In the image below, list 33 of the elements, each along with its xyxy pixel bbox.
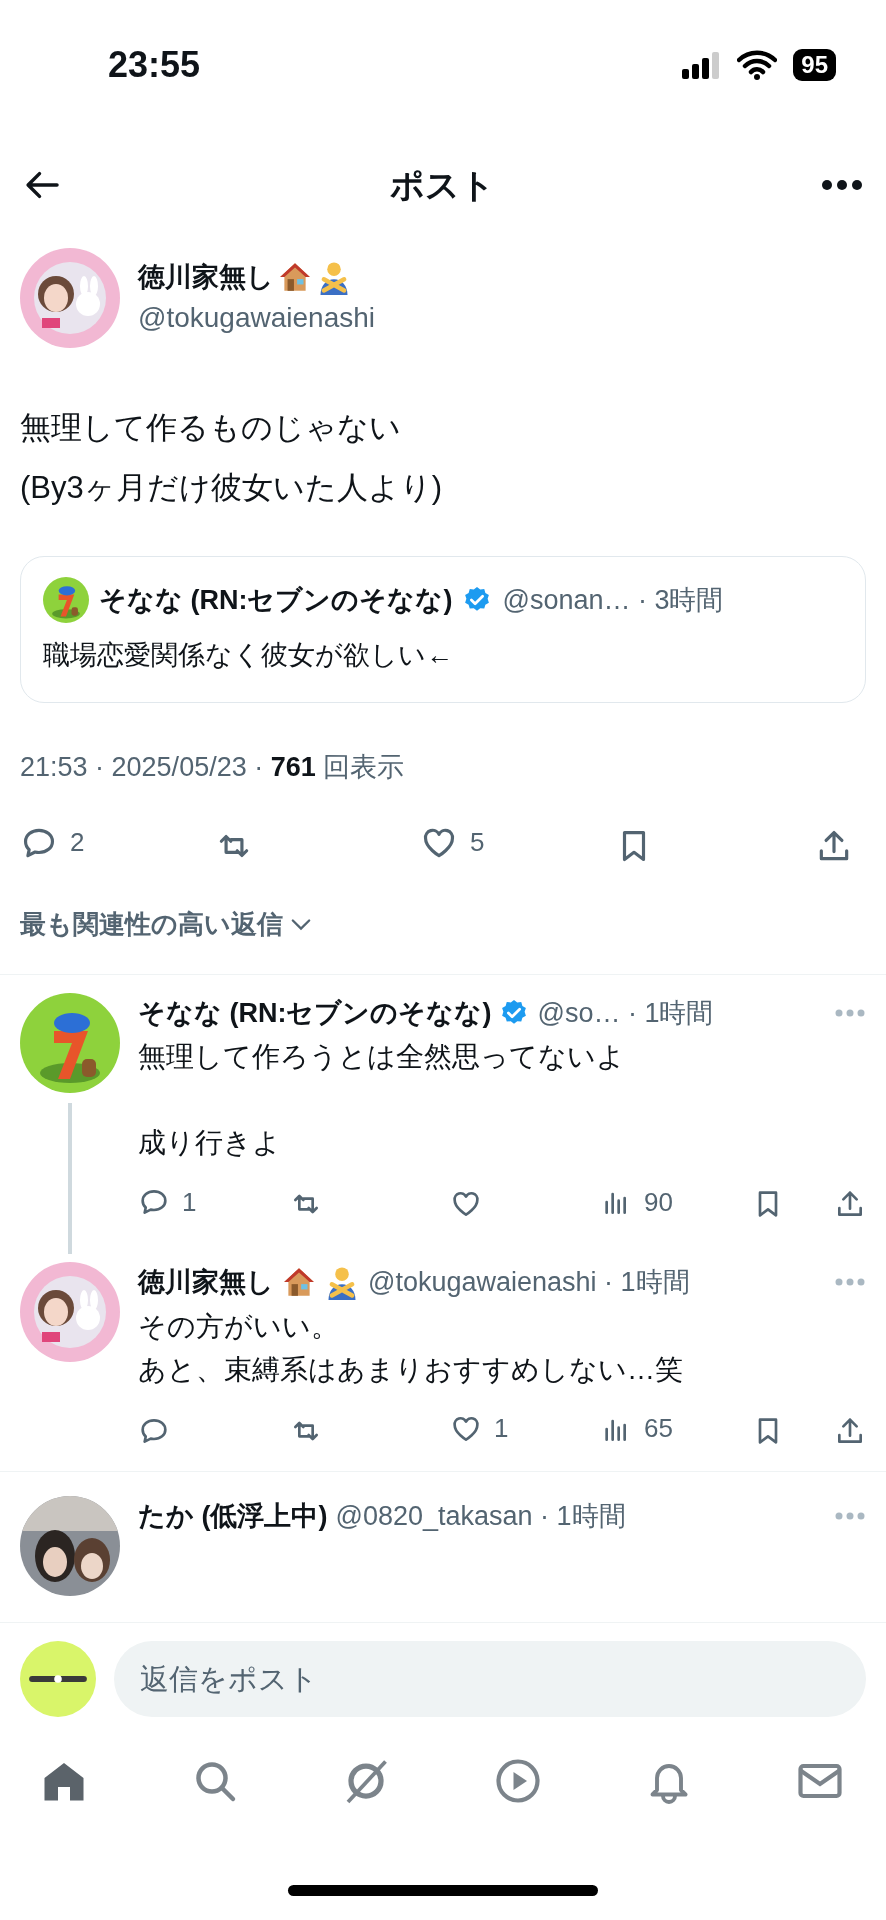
author-name[interactable]: 徳川家無し <box>138 256 274 298</box>
sort-menu[interactable]: 最も関連性の高い返信 <box>20 904 315 944</box>
reply-meta: @tokugawaienashi · 1時間 <box>368 1266 690 1299</box>
more-icon[interactable] <box>820 178 864 192</box>
reply-author-name[interactable]: そなな (RN:セブンのそなな) <box>138 992 492 1033</box>
play-icon[interactable] <box>493 1757 542 1805</box>
reply-text: 無理して作ろうとは全然思ってないよ <box>138 1040 626 1074</box>
reply-meta: @0820_takasan · 1時間 <box>335 1499 626 1533</box>
reply-input[interactable]: 返信をポスト <box>114 1641 866 1717</box>
views-button[interactable]: 90 <box>600 1182 673 1222</box>
post-stats: 21:53 · 2025/05/23 · 761 回表示 <box>20 750 406 784</box>
like-button[interactable]: 5 <box>420 823 485 862</box>
reply-text: その方がいい。 <box>138 1309 340 1344</box>
page-title: ポスト <box>389 164 495 206</box>
reply-button[interactable]: 2 <box>20 823 85 862</box>
quoted-author-name: そなな (RN:セブンのそなな) <box>99 583 453 617</box>
clock: 23:55 <box>108 43 201 87</box>
quoted-post[interactable]: そなな (RN:セブンのそなな) @sonan… · 3時間 職場恋愛関係なく彼女が欲しい← <box>20 556 866 703</box>
reply-text: 成り行きよ <box>138 1126 282 1160</box>
views-button[interactable]: 65 <box>600 1409 673 1449</box>
battery-level: 95 <box>793 49 836 81</box>
author-handle[interactable]: @tokugawaienashi <box>138 297 375 340</box>
post-text: 無理して作るものじゃない (By3ヶ月だけ彼女いた人より) <box>20 409 444 507</box>
reply-button[interactable]: 1 <box>138 1182 197 1222</box>
reply-author-name[interactable]: 徳川家無し <box>138 1262 274 1303</box>
reply-text: あと、束縛系はあまりおすすめしない…笑 <box>138 1352 684 1387</box>
wifi-icon <box>737 50 778 80</box>
signal-icon <box>681 51 722 79</box>
quoted-meta: @sonan… · 3時間 <box>502 583 724 617</box>
reply-author-name[interactable]: たか (低浮上中) <box>138 1495 328 1536</box>
like-button[interactable]: 1 <box>450 1409 509 1449</box>
quoted-text: 職場恋愛関係なく彼女が欲しい← <box>43 639 454 672</box>
reply-meta: @so… · 1時間 <box>537 996 714 1030</box>
